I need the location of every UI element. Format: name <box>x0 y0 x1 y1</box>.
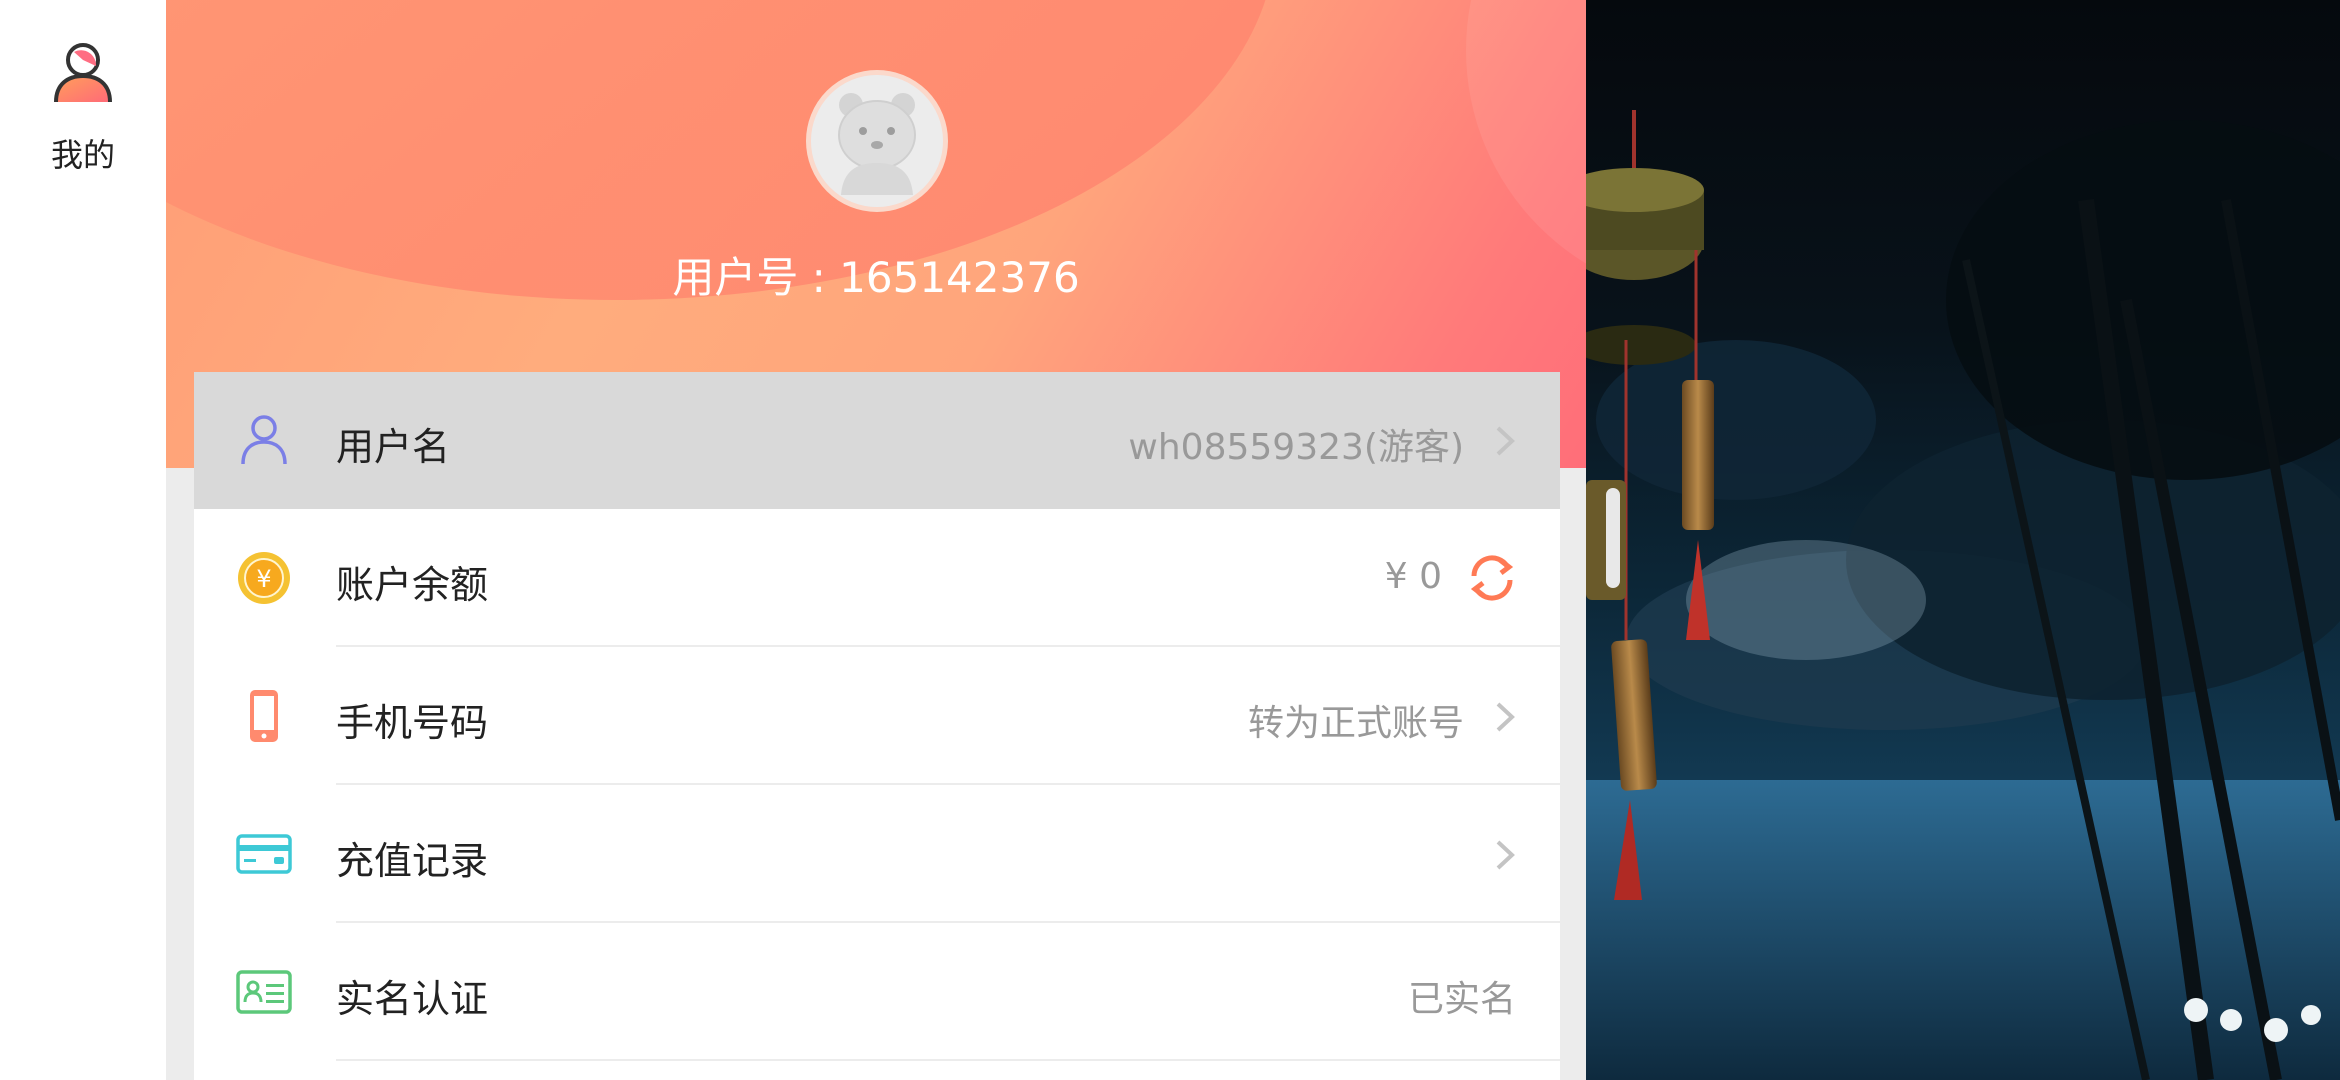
phone-label: 手机号码 <box>336 701 489 745</box>
balance-label: 账户余额 <box>336 563 489 607</box>
divider <box>336 783 1560 785</box>
bamboo-forest-illustration <box>1586 110 2340 1080</box>
tab-mine[interactable]: 我的 <box>0 30 166 180</box>
account-panel: 用户号 : 165142376 用户名 wh08559323(游客) ¥ 账户余… <box>166 0 1586 1080</box>
chevron-right-icon <box>1496 840 1515 870</box>
list-item-username[interactable]: 用户名 wh08559323(游客) <box>194 372 1560 509</box>
phone-icon <box>250 690 278 742</box>
id-card-icon <box>236 970 292 1014</box>
scrollbar[interactable] <box>1606 488 1620 588</box>
real-name-status: 已实名 <box>1407 979 1516 1020</box>
divider <box>336 921 1560 923</box>
username-label: 用户名 <box>336 425 451 469</box>
svg-text:¥: ¥ <box>256 565 271 593</box>
username-value: wh08559323(游客) <box>1128 427 1464 468</box>
user-icon <box>241 415 287 465</box>
account-list: 用户名 wh08559323(游客) ¥ 账户余额 ¥ 0 手机号码 转为正式账… <box>194 372 1560 1080</box>
divider <box>336 1059 1560 1061</box>
avatar[interactable] <box>806 70 948 212</box>
chevron-right-icon <box>1496 426 1515 456</box>
tab-mine-label: 我的 <box>50 136 115 174</box>
refresh-icon[interactable] <box>1464 550 1520 606</box>
list-item-real-name[interactable]: 实名认证 已实名 <box>194 924 1560 1061</box>
balance-value: ¥ 0 <box>1384 556 1442 597</box>
list-item-balance: ¥ 账户余额 ¥ 0 <box>194 510 1560 647</box>
side-rail: 我的 <box>0 0 166 1080</box>
phone-value: 转为正式账号 <box>1247 703 1464 744</box>
list-item-recharge-history[interactable]: 充值记录 <box>194 786 1560 923</box>
list-item-phone[interactable]: 手机号码 转为正式账号 <box>194 648 1560 785</box>
user-id-text: 用户号 : 165142376 <box>672 253 1080 302</box>
chevron-right-icon <box>1496 702 1515 732</box>
coin-icon: ¥ <box>238 552 290 604</box>
game-scene-background <box>1586 0 2340 1080</box>
bear-avatar-icon <box>811 75 943 207</box>
divider <box>336 645 1560 647</box>
card-icon <box>236 834 292 874</box>
profile-icon <box>54 43 112 103</box>
real-name-label: 实名认证 <box>336 977 489 1021</box>
recharge-history-label: 充值记录 <box>336 839 489 883</box>
